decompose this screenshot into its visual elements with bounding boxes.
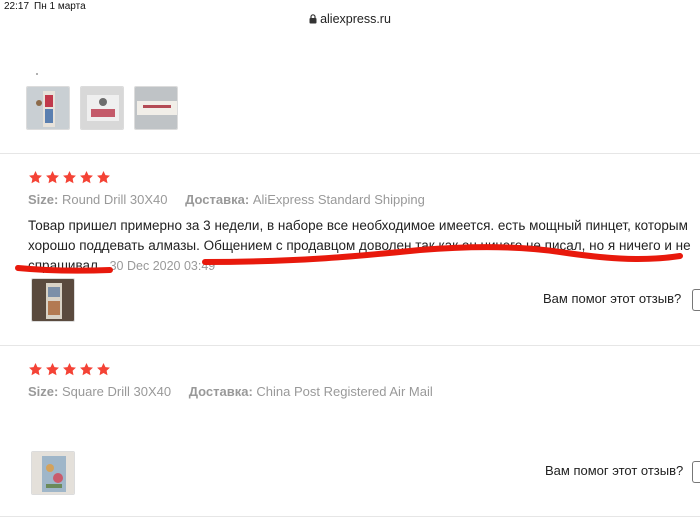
review-divider — [0, 153, 700, 154]
star-icon — [97, 362, 110, 376]
shipping-value: China Post Registered Air Mail — [256, 384, 433, 399]
helpful-vote-button[interactable] — [692, 289, 700, 311]
helpful-question: Вам помог этот отзыв? — [545, 463, 684, 478]
url-text: aliexpress.ru — [320, 12, 391, 26]
size-value: Round Drill 30X40 — [61, 192, 168, 207]
helpful-question: Вам помог этот отзыв? — [543, 291, 682, 306]
helpful-vote-button[interactable] — [692, 461, 700, 483]
star-icon — [80, 362, 93, 376]
review-photo[interactable] — [134, 86, 178, 130]
rating-stars — [28, 170, 111, 185]
address-bar[interactable]: aliexpress.ru — [0, 12, 700, 27]
review-meta: Size: Square Drill 30X40 Доставка: China… — [28, 384, 433, 399]
review-meta: Size: Round Drill 30X40 Доставка: AliExp… — [28, 192, 425, 207]
review-photo[interactable] — [31, 278, 75, 322]
review-photo[interactable] — [80, 86, 124, 130]
review-date: 30 Dec 2020 03:49 — [109, 259, 216, 273]
lock-icon — [309, 13, 317, 27]
star-icon — [29, 170, 42, 184]
shipping-value: AliExpress Standard Shipping — [252, 192, 425, 207]
star-icon — [29, 362, 42, 376]
status-date: Пн 1 марта — [34, 1, 86, 12]
size-value: Square Drill 30X40 — [61, 384, 172, 399]
star-icon — [80, 170, 93, 184]
size-label: Size: — [28, 384, 59, 399]
review-photo[interactable] — [26, 86, 70, 130]
star-icon — [63, 362, 76, 376]
status-time: 22:17 — [4, 1, 30, 12]
review-divider — [0, 516, 700, 517]
review-photo[interactable] — [31, 451, 75, 495]
star-icon — [63, 170, 76, 184]
size-label: Size: — [28, 192, 59, 207]
shipping-label: Доставка: — [185, 192, 250, 207]
star-icon — [46, 362, 59, 376]
star-icon — [46, 170, 59, 184]
review-body: Товар пришел примерно за 3 недели, в наб… — [28, 216, 693, 276]
star-icon — [97, 170, 110, 184]
decorative-dot — [36, 73, 38, 75]
shipping-label: Доставка: — [188, 384, 253, 399]
review-divider — [0, 345, 700, 346]
rating-stars — [28, 362, 111, 377]
